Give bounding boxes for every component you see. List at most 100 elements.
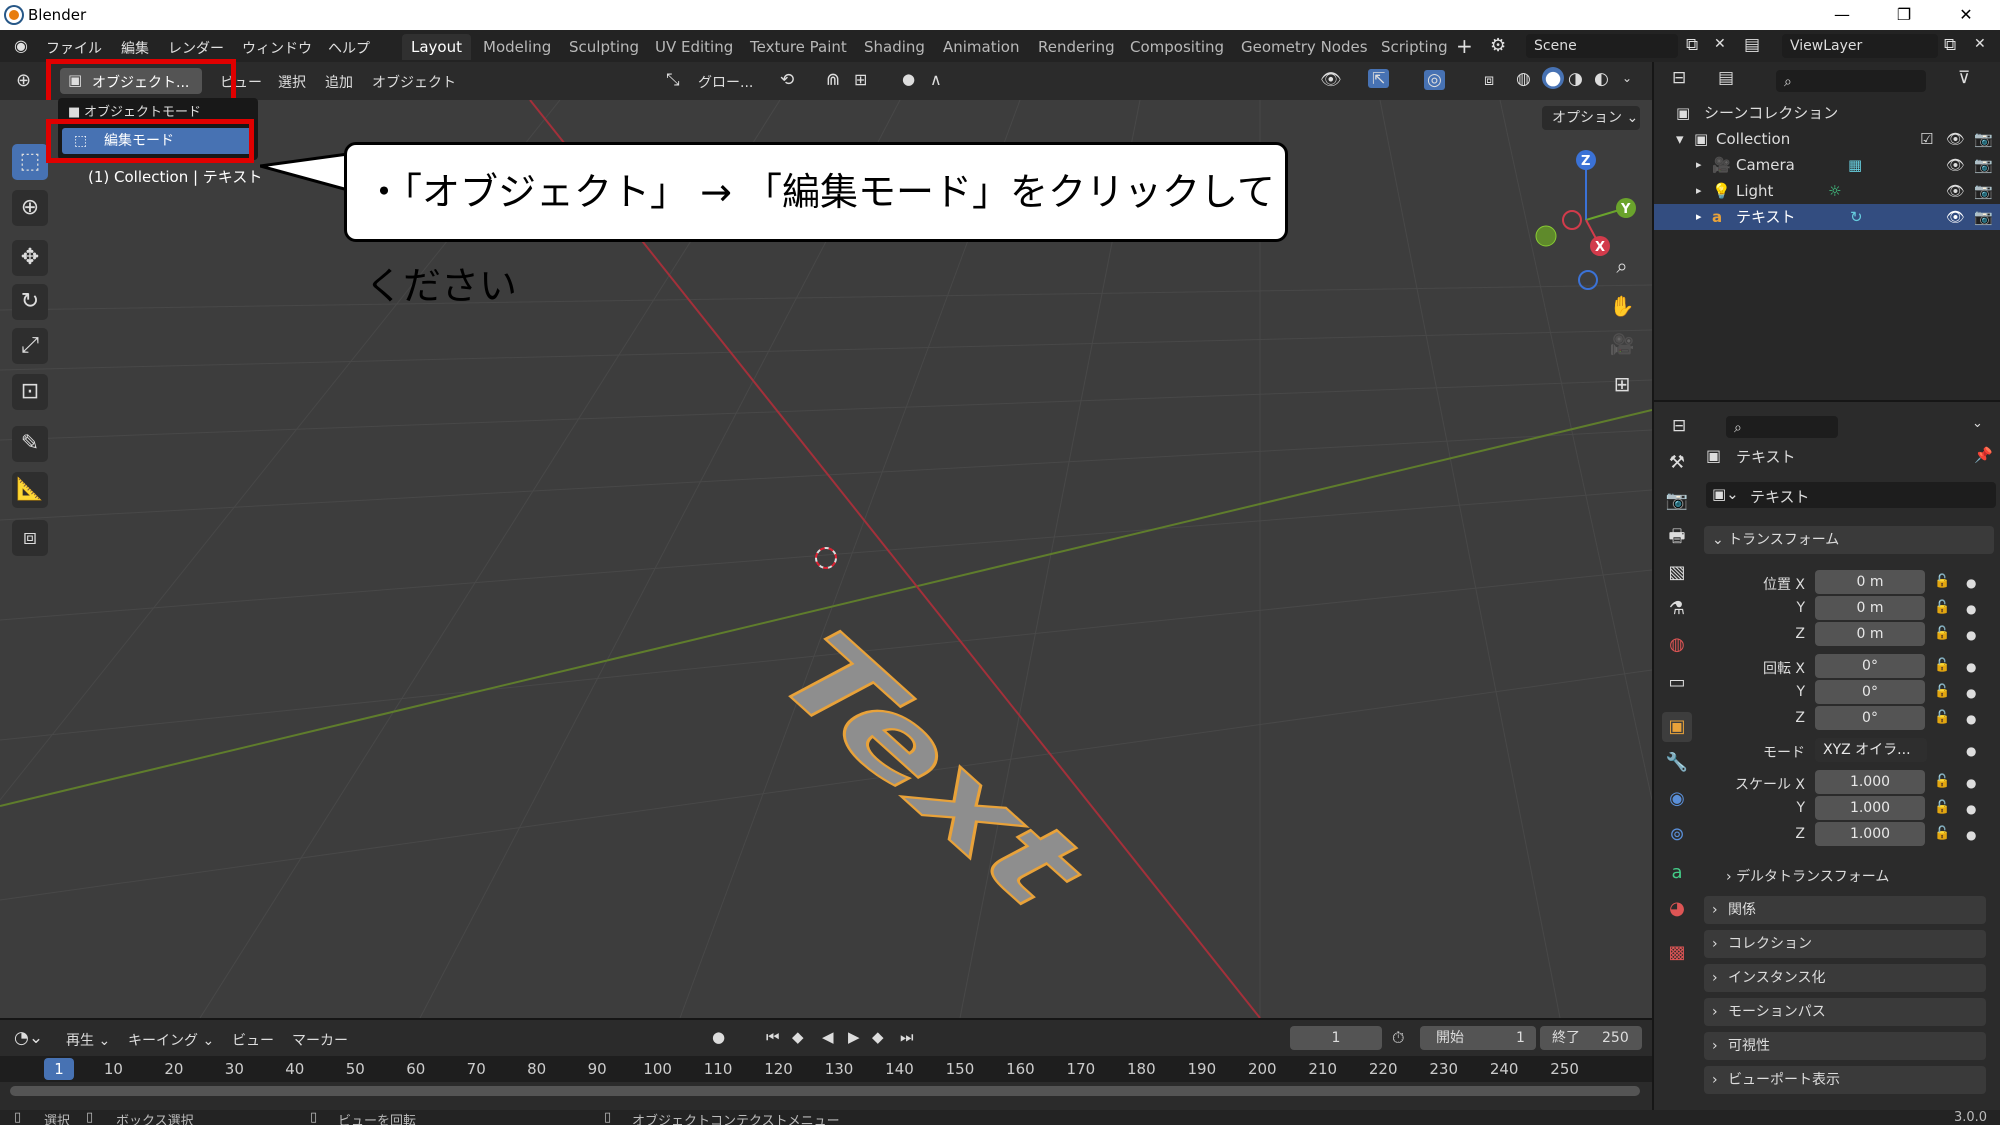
playback-menu[interactable]: 再生 ⌄ <box>66 1030 110 1050</box>
tab-texture-paint[interactable]: Texture Paint <box>741 34 856 60</box>
scene-collection-row[interactable]: ▣ シーンコレクション <box>1654 100 2000 126</box>
xray-toggle-icon[interactable]: ⧈ <box>1484 70 1494 90</box>
falloff-icon[interactable]: ∧ <box>930 70 942 89</box>
render-camera-icon[interactable]: 📷 <box>1974 152 1993 178</box>
outliner-editor-icon[interactable]: ⊟ <box>1672 68 1686 88</box>
delta-transform-subpanel[interactable]: › デルタトランスフォーム <box>1726 866 1889 886</box>
editor-type-icon[interactable]: ⊕ <box>16 70 31 91</box>
snap-target-icon[interactable]: ⊞ <box>854 70 867 89</box>
physics-tab-icon[interactable]: ◉ <box>1662 784 1692 814</box>
visibility-panel-header[interactable]: › 可視性 <box>1704 1032 1986 1060</box>
constraints-tab-icon[interactable]: ⊚ <box>1662 820 1692 850</box>
keyframe-dot-icon[interactable]: ● <box>1966 686 1976 700</box>
delete-view-layer-icon[interactable]: ✕ <box>1974 36 1986 52</box>
eye-icon[interactable]: 👁 <box>1946 126 1965 152</box>
move-tool[interactable]: ✥ <box>12 240 48 276</box>
new-view-layer-icon[interactable]: ⧉ <box>1944 35 1956 55</box>
filter-icon[interactable]: ⊽ <box>1958 68 1970 88</box>
tab-shading[interactable]: Shading <box>855 34 934 60</box>
keyframe-dot-icon[interactable]: ● <box>1966 576 1976 590</box>
rotate-tool[interactable]: ↻ <box>12 284 48 320</box>
pan-hand-icon[interactable]: ✋ <box>1606 290 1638 322</box>
lock-icon[interactable]: 🔓 <box>1934 626 1950 641</box>
rotation-z-field[interactable]: 0° <box>1815 706 1925 730</box>
properties-search-input[interactable]: ⌕ <box>1726 416 1838 438</box>
lock-icon[interactable]: 🔓 <box>1934 800 1950 815</box>
checkbox-icon[interactable]: ☑ <box>1920 126 1933 152</box>
view-layer-icon[interactable]: ▤ <box>1744 35 1760 55</box>
snap-icon[interactable]: ⋒ <box>826 70 840 90</box>
render-camera-icon[interactable]: 📷 <box>1974 204 1993 230</box>
menu-help[interactable]: ヘルプ <box>328 38 370 58</box>
menu-file[interactable]: ファイル <box>46 38 102 58</box>
close-button[interactable]: ✕ <box>1944 2 1988 28</box>
tab-sculpting[interactable]: Sculpting <box>560 34 648 60</box>
jump-end-icon[interactable]: ⏭ <box>900 1028 914 1046</box>
motion-paths-panel-header[interactable]: › モーションパス <box>1704 998 1986 1026</box>
collection-row[interactable]: ▾ ▣ Collection ☑ 👁 📷 <box>1654 126 2000 152</box>
current-frame-field[interactable]: 1 <box>1290 1026 1382 1050</box>
options-menu[interactable]: オプション ⌄ <box>1542 106 1640 130</box>
timeline-editor-icon[interactable]: ◔⌄ <box>14 1028 43 1048</box>
render-camera-icon[interactable]: 📷 <box>1974 178 1993 204</box>
lock-icon[interactable]: 🔓 <box>1934 774 1950 789</box>
data-tab-icon[interactable]: a <box>1662 858 1692 888</box>
menu-edit[interactable]: 編集 <box>121 38 149 58</box>
gizmo-toggle-icon[interactable]: ⇱ <box>1368 69 1390 88</box>
expand-arrow-icon[interactable]: ▸ <box>1696 204 1702 230</box>
minimize-button[interactable]: — <box>1820 2 1864 28</box>
scene-field[interactable]: Scene <box>1526 34 1678 58</box>
keying-menu[interactable]: キーイング ⌄ <box>128 1030 214 1050</box>
tab-modeling[interactable]: Modeling <box>474 34 560 60</box>
scale-tool[interactable]: ⤢ <box>12 328 48 364</box>
next-keyframe-icon[interactable]: ◆ <box>872 1028 884 1046</box>
menu-window[interactable]: ウィンドウ <box>242 38 312 58</box>
expand-arrow-icon[interactable]: ▸ <box>1696 178 1702 204</box>
marker-menu[interactable]: マーカー <box>292 1030 348 1050</box>
tool-tab-icon[interactable]: ⚒ <box>1662 448 1692 478</box>
add-workspace-icon[interactable]: + <box>1456 34 1473 58</box>
location-x-field[interactable]: 0 m <box>1815 570 1925 594</box>
overlay-toggle-icon[interactable]: ◎ <box>1424 70 1445 90</box>
relations-panel-header[interactable]: › 関係 <box>1704 896 1986 924</box>
keyframe-dot-icon[interactable]: ● <box>1966 744 1976 758</box>
timeline-view-menu[interactable]: ビュー <box>232 1030 274 1050</box>
viewport-display-panel-header[interactable]: › ビューポート表示 <box>1704 1066 1986 1094</box>
solid-shading-icon[interactable]: ● <box>1542 67 1564 89</box>
cursor-tool[interactable]: ⊕ <box>12 190 48 226</box>
keyframe-dot-icon[interactable]: ● <box>1966 802 1976 816</box>
expand-arrow-icon[interactable]: ▸ <box>1696 152 1702 178</box>
rotation-y-field[interactable]: 0° <box>1815 680 1925 704</box>
lock-icon[interactable]: 🔓 <box>1934 710 1950 725</box>
annotate-tool[interactable]: ✎ <box>12 426 48 462</box>
record-icon[interactable]: ● <box>712 1028 725 1046</box>
delete-scene-icon[interactable]: ✕ <box>1714 36 1726 52</box>
maximize-button[interactable]: ❐ <box>1882 2 1926 28</box>
tab-layout[interactable]: Layout <box>402 34 471 60</box>
visibility-icon[interactable]: 👁 <box>1320 70 1342 90</box>
keyframe-dot-icon[interactable]: ● <box>1966 602 1976 616</box>
tab-geometry-nodes[interactable]: Geometry Nodes <box>1232 34 1377 60</box>
zoom-icon[interactable]: ⌕ <box>1606 250 1638 282</box>
tab-rendering[interactable]: Rendering <box>1029 34 1124 60</box>
play-reverse-icon[interactable]: ◀ <box>822 1028 834 1046</box>
object-tab-icon[interactable]: ▣ <box>1662 712 1692 742</box>
expand-chevron-icon[interactable]: ▾ <box>1676 126 1684 152</box>
location-y-field[interactable]: 0 m <box>1815 596 1925 620</box>
rotation-mode-dropdown[interactable]: XYZ オイラ... <box>1815 738 1927 762</box>
tab-scripting[interactable]: Scripting <box>1372 34 1457 60</box>
add-cube-tool[interactable]: ⧈ <box>12 520 48 556</box>
modifier-tab-icon[interactable]: 🔧 <box>1662 748 1692 778</box>
header-add-menu[interactable]: 追加 <box>325 72 353 92</box>
menu-render[interactable]: レンダー <box>168 38 224 58</box>
eye-icon[interactable]: 👁 <box>1946 178 1965 204</box>
perspective-toggle-icon[interactable]: ⊞ <box>1606 368 1638 400</box>
play-icon[interactable]: ▶ <box>848 1028 860 1046</box>
lock-icon[interactable]: 🔓 <box>1934 600 1950 615</box>
object-name-field[interactable]: ▣⌄ テキスト <box>1706 482 1996 508</box>
view-layer-field[interactable]: ViewLayer <box>1782 34 1938 58</box>
object-browse-icon[interactable]: ▣⌄ <box>1712 485 1739 503</box>
header-object-menu[interactable]: オブジェクト <box>372 72 456 92</box>
jump-start-icon[interactable]: ⏮ <box>766 1028 780 1046</box>
eye-icon[interactable]: 👁 <box>1946 152 1965 178</box>
